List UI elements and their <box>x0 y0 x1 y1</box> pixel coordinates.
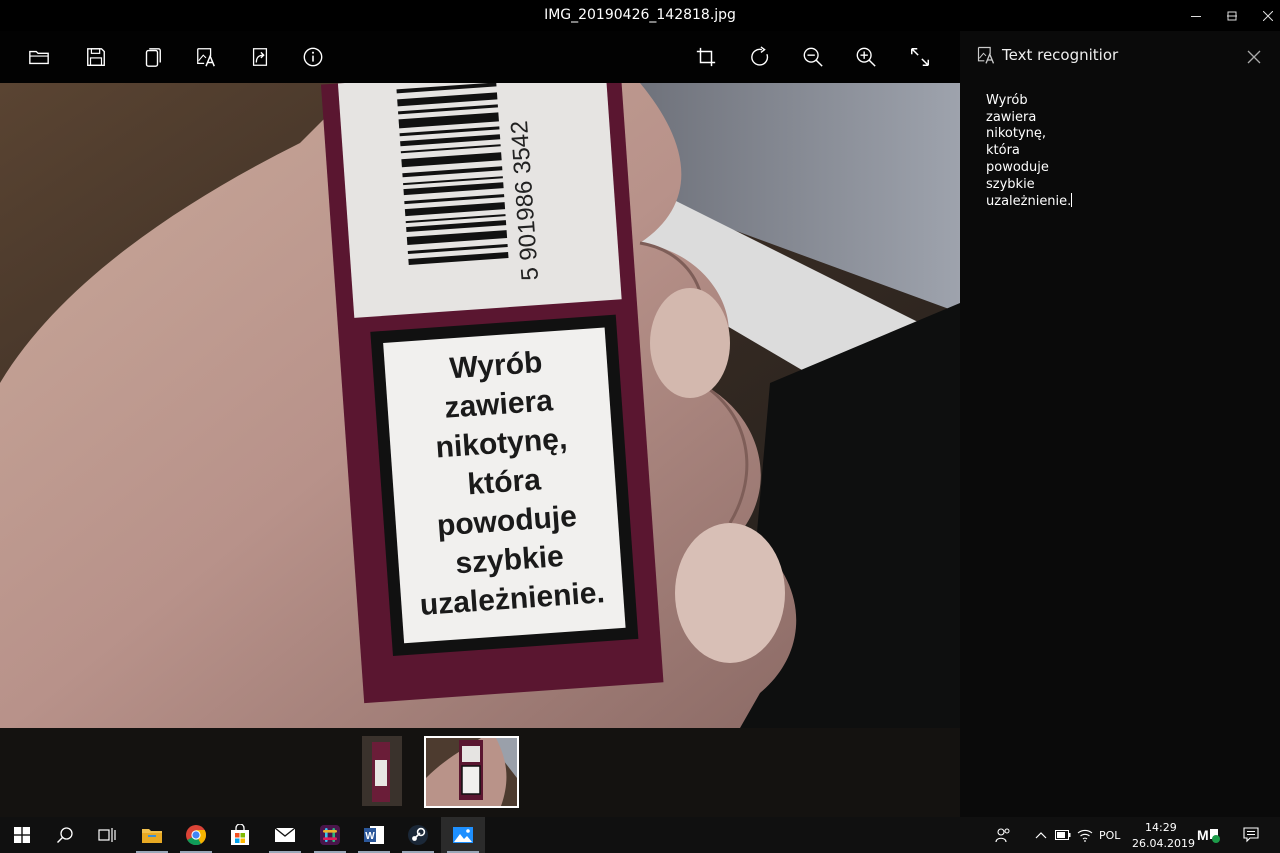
clock-time[interactable]: 14:29 <box>1145 821 1177 834</box>
text-caret <box>1071 193 1073 208</box>
maximize-icon <box>1227 11 1237 20</box>
search-button[interactable] <box>43 817 87 853</box>
crop-button[interactable] <box>692 43 720 71</box>
tray-app-button[interactable]: M <box>1193 817 1227 853</box>
taskbar-file-explorer[interactable] <box>130 817 174 853</box>
slack-icon <box>320 825 340 845</box>
clock-date[interactable]: 26.04.2019 <box>1132 837 1195 850</box>
taskbar-chrome[interactable] <box>174 817 218 853</box>
recognized-line: nikotynę, <box>986 126 1047 142</box>
wifi-icon <box>1077 829 1093 842</box>
word-icon: W <box>364 826 384 844</box>
cigarette-pack-photo: 5 901986 3542 Wyróbzawieranikotynę,która… <box>0 83 960 728</box>
recognized-line: zawiera <box>986 109 1037 125</box>
copy-button[interactable] <box>138 43 166 71</box>
task-view-icon <box>98 828 116 842</box>
zoom-in-button[interactable] <box>852 43 880 71</box>
store-icon <box>231 824 249 845</box>
recognized-line: powoduje <box>986 159 1049 175</box>
tray-app-icon: M <box>1197 827 1220 843</box>
image-viewer: 5 901986 3542 Wyrób zawiera nikotynę, która… <box>0 31 960 817</box>
fullscreen-icon <box>911 48 929 66</box>
notification-icon <box>1243 827 1259 843</box>
open-button[interactable] <box>25 43 53 71</box>
close-icon <box>1263 10 1273 21</box>
network-button[interactable] <box>1074 817 1096 853</box>
panel-title: Text recognitior <box>1002 46 1119 64</box>
text-recognition-button[interactable] <box>192 43 220 71</box>
rotate-icon <box>751 46 769 66</box>
people-button[interactable] <box>988 817 1018 853</box>
taskbar-photos[interactable] <box>441 817 485 853</box>
chevron-up-icon <box>1035 832 1047 839</box>
info-icon <box>303 47 323 67</box>
photo-canvas[interactable]: 5 901986 3542 Wyrób zawiera nikotynę, która… <box>0 83 960 728</box>
title-bar: IMG_20190426_142818.jpg <box>0 0 1280 31</box>
task-view-button[interactable] <box>85 817 129 853</box>
people-icon <box>995 828 1010 843</box>
thumbnail-image <box>426 738 517 806</box>
info-button[interactable] <box>299 43 327 71</box>
panel-header: Text recognitior <box>976 45 1118 65</box>
recognized-line: która <box>986 143 1020 159</box>
battery-button[interactable] <box>1052 817 1074 853</box>
text-recognition-panel: Text recognitior Wyrób zawiera nikotynę, kt… <box>960 31 1280 817</box>
fullscreen-button[interactable] <box>906 43 934 71</box>
taskbar-slack[interactable] <box>308 817 352 853</box>
photos-icon <box>453 827 473 843</box>
zoom-out-button[interactable] <box>799 43 827 71</box>
minimize-icon <box>1191 15 1201 17</box>
taskbar: W POL 14:29 26.04.2019 M <box>0 817 1280 853</box>
thumbnail-1[interactable] <box>362 736 402 806</box>
chrome-icon <box>186 825 207 846</box>
minimize-window-button[interactable] <box>1178 0 1214 31</box>
file-explorer-icon <box>142 829 162 843</box>
recognized-line: uzależnienie. <box>986 193 1073 210</box>
steam-icon <box>408 825 428 845</box>
copy-icon <box>145 48 161 67</box>
thumbnail-image <box>362 736 402 806</box>
maximize-window-button[interactable] <box>1214 0 1250 31</box>
action-center-button[interactable] <box>1236 817 1266 853</box>
start-icon <box>14 827 30 843</box>
zoom-in-icon <box>856 47 876 67</box>
taskbar-steam[interactable] <box>396 817 440 853</box>
svg-text:M: M <box>1197 827 1209 843</box>
show-hidden-icons-button[interactable] <box>1030 817 1052 853</box>
share-button[interactable] <box>246 43 274 71</box>
close-window-button[interactable] <box>1250 0 1280 31</box>
mail-icon <box>274 827 296 842</box>
svg-text:W: W <box>365 831 375 842</box>
recognized-line: szybkie <box>986 176 1035 192</box>
search-icon <box>57 827 73 843</box>
warning-line: Wyrób <box>449 346 544 385</box>
text-recognition-icon <box>197 48 215 67</box>
thumbnail-2-selected[interactable] <box>424 736 519 808</box>
rotate-button[interactable] <box>746 43 774 71</box>
window-title: IMG_20190426_142818.jpg <box>544 7 736 23</box>
save-button[interactable] <box>82 43 110 71</box>
zoom-out-icon <box>803 47 823 67</box>
input-language[interactable]: POL <box>1099 829 1120 842</box>
recognized-line: Wyrób <box>986 93 1028 108</box>
close-panel-button[interactable] <box>1244 47 1264 67</box>
share-icon <box>252 48 268 66</box>
text-recognition-icon <box>977 46 995 64</box>
taskbar-mail[interactable] <box>263 817 307 853</box>
taskbar-store[interactable] <box>218 817 262 853</box>
open-folder-icon <box>29 50 49 65</box>
battery-icon <box>1055 830 1071 840</box>
warning-line: która <box>466 463 542 501</box>
start-button[interactable] <box>0 817 44 853</box>
recognized-text-area[interactable]: Wyrób zawiera nikotynę, która powoduje szybki… <box>986 93 1073 211</box>
filmstrip <box>0 728 960 817</box>
viewer-toolbar <box>0 31 960 83</box>
taskbar-word[interactable]: W <box>352 817 396 853</box>
save-icon <box>87 48 105 66</box>
crop-icon <box>696 47 716 67</box>
close-icon <box>1247 50 1261 64</box>
